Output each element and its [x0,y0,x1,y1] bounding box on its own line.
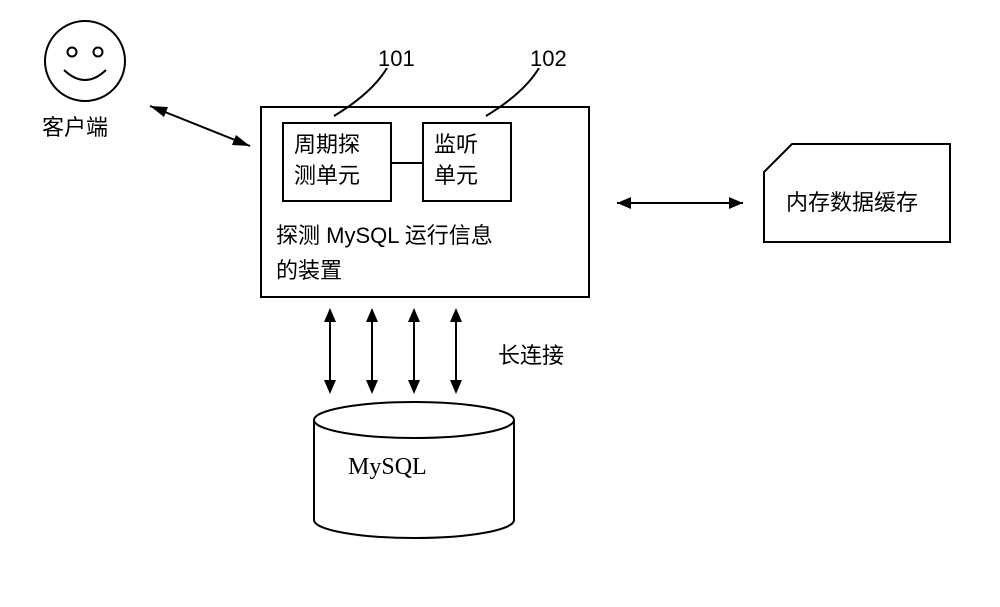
periodic-probe-unit: 周期探 测单元 [282,122,392,202]
arrow-long-conn-4 [446,306,466,396]
device-box: 周期探 测单元 监听 单元 探测 MySQL 运行信息 的装置 [260,106,590,298]
arrow-long-conn-3 [404,306,424,396]
listen-unit: 监听 单元 [422,122,512,202]
unit-connector-line [392,162,422,164]
database-label: MySQL [348,454,427,481]
probe-unit-label: 周期探 测单元 [294,132,360,188]
client-icon [42,18,128,104]
client-label: 客户端 [42,110,108,142]
arrow-long-conn-2 [362,306,382,396]
long-connection-label: 长连接 [498,338,564,370]
arrow-client-device [140,96,260,156]
arrow-long-conn-1 [320,306,340,396]
listen-unit-label: 监听 单元 [434,132,478,188]
cache-label: 内存数据缓存 [786,185,918,217]
arrow-device-cache [605,188,755,218]
device-caption: 探测 MySQL 运行信息 的装置 [276,218,576,288]
